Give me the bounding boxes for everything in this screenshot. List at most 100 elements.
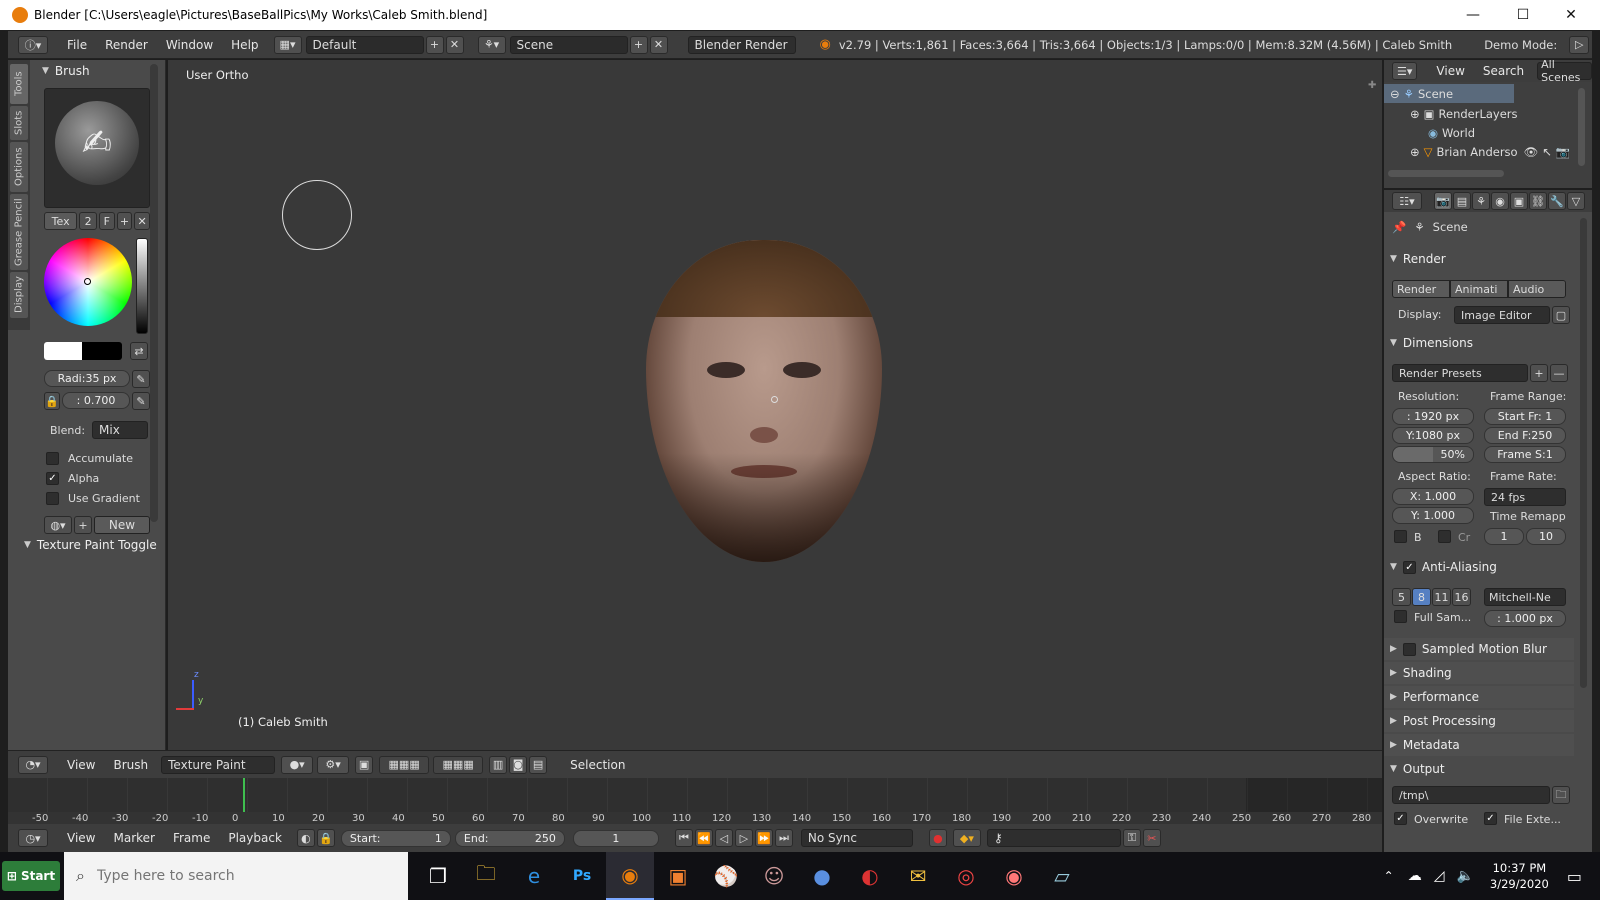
frame-rate-select[interactable]: 24 fps: [1484, 488, 1566, 506]
brush-tex-button[interactable]: Tex: [44, 212, 78, 230]
jump-keyframe-back-icon[interactable]: ⏪: [694, 829, 713, 847]
delete-keyframe-icon[interactable]: ✂: [1142, 829, 1161, 847]
border-checkbox[interactable]: [1394, 530, 1407, 543]
tab-render-icon[interactable]: 📷: [1434, 192, 1452, 210]
palette-icon[interactable]: ◍▾: [44, 516, 72, 534]
aa-samples-5[interactable]: 5: [1392, 588, 1411, 606]
renderable-camera-icon[interactable]: 📷: [1556, 145, 1570, 159]
swap-colors-icon[interactable]: ⇄: [130, 342, 148, 360]
screen-layout-field[interactable]: Default: [305, 35, 424, 54]
tab-grease-pencil[interactable]: Grease Pencil: [10, 194, 28, 270]
aspect-y-field[interactable]: Y: 1.000: [1392, 507, 1474, 524]
properties-scrollbar[interactable]: [1580, 218, 1587, 688]
scene-field[interactable]: Scene: [509, 35, 628, 54]
file-explorer-icon[interactable]: 🗀: [462, 852, 510, 900]
outliner-menu-view[interactable]: View: [1427, 64, 1473, 78]
player-photo-icon[interactable]: ☺: [750, 852, 798, 900]
anti-aliasing-panel-header[interactable]: ▼ ✓ Anti-Aliasing: [1384, 556, 1574, 578]
jump-start-icon[interactable]: ⏮: [674, 829, 693, 847]
app-orange-icon[interactable]: ▣: [654, 852, 702, 900]
brush-strength-field[interactable]: : 0.700: [62, 392, 130, 409]
metadata-header[interactable]: ▶ Metadata: [1384, 734, 1574, 756]
info-editor-type-icon[interactable]: ⓘ▾: [18, 35, 48, 54]
resolution-x-field[interactable]: : 1920 px: [1392, 408, 1474, 425]
menu-window[interactable]: Window: [157, 38, 222, 52]
aspect-x-field[interactable]: X: 1.000: [1392, 488, 1474, 505]
demo-play-icon[interactable]: ▷: [1569, 35, 1590, 54]
end-frame-field[interactable]: End: 250: [454, 829, 565, 847]
task-view-icon[interactable]: ❐: [414, 852, 462, 900]
radius-pressure-icon[interactable]: ✎: [132, 370, 150, 388]
visibility-eye-icon[interactable]: 👁: [1524, 145, 1539, 159]
outliner-editor-type-icon[interactable]: ☰▾: [1392, 62, 1418, 80]
notifications-icon[interactable]: ▭: [1567, 867, 1582, 886]
tab-object-icon[interactable]: ▣: [1510, 192, 1528, 210]
menu-help[interactable]: Help: [222, 38, 267, 52]
resolution-y-field[interactable]: Y:1080 px: [1392, 427, 1474, 444]
crop-checkbox[interactable]: [1438, 530, 1451, 543]
texture-paint-toggle-header[interactable]: ▼ Texture Paint Toggle: [18, 534, 164, 556]
outliner-display-mode-select[interactable]: All Scenes: [1537, 58, 1592, 84]
aa-filter-select[interactable]: Mitchell-Ne: [1484, 588, 1566, 606]
maximize-button[interactable]: ☐: [1500, 0, 1546, 30]
active-keying-set-field[interactable]: ⚷: [986, 829, 1121, 847]
sampled-motion-blur-header[interactable]: ▶ Sampled Motion Blur: [1384, 638, 1574, 660]
mlb-app-icon[interactable]: ◐: [846, 852, 894, 900]
brush-add-icon[interactable]: +: [116, 212, 133, 230]
blend-mode-select[interactable]: Mix: [92, 421, 148, 439]
tab-slots[interactable]: Slots: [10, 106, 28, 140]
render-panel-header[interactable]: ▼ Render: [1384, 248, 1574, 270]
tray-chevron-icon[interactable]: ⌃: [1384, 869, 1394, 883]
full-sample-checkbox[interactable]: [1394, 610, 1407, 623]
interaction-mode-select[interactable]: Texture Paint: [161, 755, 276, 774]
use-gradient-checkbox[interactable]: [46, 492, 59, 505]
output-folder-icon[interactable]: 🗀: [1552, 786, 1570, 804]
layers-grid-a-icon[interactable]: ▦▦▦: [379, 755, 430, 774]
scene-icon[interactable]: ⚘▾: [477, 35, 506, 54]
auto-keying-icon[interactable]: ●: [928, 829, 947, 847]
brush-preview[interactable]: ✍: [44, 88, 150, 208]
photoshop-icon[interactable]: Ps: [558, 852, 606, 900]
baseball-app-icon[interactable]: ⚾: [702, 852, 750, 900]
viewport-shading-icon[interactable]: ●▾: [281, 755, 314, 774]
render-audio-button[interactable]: Audio: [1508, 280, 1566, 298]
tab-display[interactable]: Display: [10, 272, 28, 318]
overwrite-checkbox[interactable]: ✓: [1394, 812, 1407, 825]
aa-samples-8[interactable]: 8: [1412, 588, 1431, 606]
tl-menu-playback[interactable]: Playback: [219, 831, 291, 845]
taskbar-search-input[interactable]: [96, 868, 377, 884]
anti-aliasing-checkbox[interactable]: ✓: [1402, 560, 1416, 574]
tab-data-icon[interactable]: ▽: [1567, 192, 1585, 210]
viewport-split-icon[interactable]: ✚: [1368, 80, 1376, 91]
frame-start-field[interactable]: Start Fr: 1: [1484, 408, 1566, 425]
selectable-cursor-icon[interactable]: ↖: [1542, 145, 1552, 159]
current-frame-field[interactable]: 1: [572, 829, 659, 847]
post-processing-header[interactable]: ▶ Post Processing: [1384, 710, 1574, 732]
filter-size-field[interactable]: : 1.000 px: [1484, 610, 1566, 627]
primary-color-swatch[interactable]: [44, 342, 82, 360]
render-animation-icon[interactable]: ▤: [529, 755, 548, 774]
add-preset-icon[interactable]: +: [1530, 364, 1548, 382]
layers-grid-b-icon[interactable]: ▦▦▦: [433, 755, 484, 774]
output-panel-header[interactable]: ▼ Output: [1384, 758, 1574, 780]
color-wheel[interactable]: [44, 238, 132, 326]
brush-users-count[interactable]: 2: [79, 212, 97, 230]
tl-menu-marker[interactable]: Marker: [104, 831, 163, 845]
system-clock[interactable]: 10:37 PM 3/29/2020: [1490, 860, 1549, 892]
frame-step-field[interactable]: Frame S:1: [1484, 446, 1566, 463]
edge-browser-icon[interactable]: e: [510, 852, 558, 900]
remove-layout-icon[interactable]: ✕: [445, 35, 464, 54]
jump-end-icon[interactable]: ⏭: [774, 829, 793, 847]
lock-range-icon[interactable]: 🔒: [316, 829, 335, 847]
performance-header[interactable]: ▶ Performance: [1384, 686, 1574, 708]
tab-layers-icon[interactable]: ▤: [1453, 192, 1471, 210]
display-select[interactable]: Image Editor: [1454, 306, 1550, 324]
tool-shelf-scrollbar[interactable]: [150, 64, 158, 522]
use-preview-range-icon[interactable]: ◐: [296, 829, 315, 847]
vp-menu-view[interactable]: View: [58, 758, 104, 772]
tl-menu-view[interactable]: View: [58, 831, 104, 845]
aa-samples-11[interactable]: 11: [1432, 588, 1451, 606]
local-layer-icon[interactable]: ▥: [489, 755, 508, 774]
insert-keyframe-icon[interactable]: ⚿: [1122, 829, 1141, 847]
screen-layout-icon[interactable]: ▦▾: [273, 35, 302, 54]
